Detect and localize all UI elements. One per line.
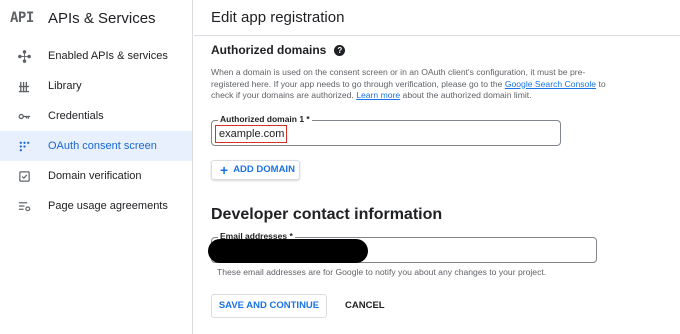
sidebar-item-oauth-consent[interactable]: OAuth consent screen [0,131,192,161]
cancel-button[interactable]: CANCEL [345,296,385,315]
sidebar-nav: Enabled APIs & services Library Credenti… [0,41,192,221]
form-actions: SAVE AND CONTINUE CANCEL [211,293,664,318]
sidebar-item-enabled-apis[interactable]: Enabled APIs & services [0,41,192,71]
authorized-domain-1-field[interactable]: Authorized domain 1 * example.com [211,113,561,146]
developer-contact-title: Developer contact information [211,205,443,223]
page-title: Edit app registration [194,0,680,36]
content: Authorized domains ? When a domain is us… [194,42,680,318]
sidebar-item-label: Page usage agreements [48,200,168,212]
sidebar-item-label: Enabled APIs & services [48,50,168,62]
help-icon[interactable]: ? [334,44,346,56]
library-icon [17,79,31,93]
dots-grid-icon [17,139,31,153]
authorized-domain-1-value[interactable]: example.com [215,124,287,143]
google-search-console-link[interactable]: Google Search Console [505,79,596,89]
sidebar-item-label: Domain verification [48,170,142,182]
sidebar-item-label: OAuth consent screen [48,140,157,152]
sidebar-item-library[interactable]: Library [0,71,192,101]
sidebar-item-credentials[interactable]: Credentials [0,101,192,131]
checkbox-icon [17,169,31,183]
sidebar-item-label: Library [48,80,82,92]
main-panel: Edit app registration Authorized domains… [194,0,680,334]
authorized-domains-description: When a domain is used on the consent scr… [211,67,611,102]
add-domain-button[interactable]: + ADD DOMAIN [211,159,300,180]
sidebar-item-domain-verification[interactable]: Domain verification [0,161,192,191]
api-logo: API [10,10,34,26]
list-settings-icon [17,199,31,213]
save-and-continue-button[interactable]: SAVE AND CONTINUE [211,293,327,318]
email-hint: These email addresses are for Google to … [217,266,547,277]
sidebar-item-label: Credentials [48,110,104,122]
email-addresses-field[interactable]: Email addresses * [208,230,597,263]
add-domain-label: ADD DOMAIN [233,164,295,175]
sidebar-header: API APIs & Services [0,0,192,36]
key-icon [17,109,31,123]
authorized-domain-1-label: Authorized domain 1 * [218,113,312,124]
authorized-domains-title: Authorized domains [211,43,327,57]
sidebar-title: APIs & Services [48,9,156,27]
sidebar-item-page-usage[interactable]: Page usage agreements [0,191,192,221]
redacted-email [208,238,368,263]
sidebar: API APIs & Services Enabled APIs & servi… [0,0,193,334]
authorized-domains-section: Authorized domains ? [211,42,664,58]
desc-text-3: about the authorized domain limit. [400,90,532,100]
plus-icon: + [220,161,229,178]
diamond-move-icon [17,49,31,63]
learn-more-link[interactable]: Learn more [356,90,400,100]
